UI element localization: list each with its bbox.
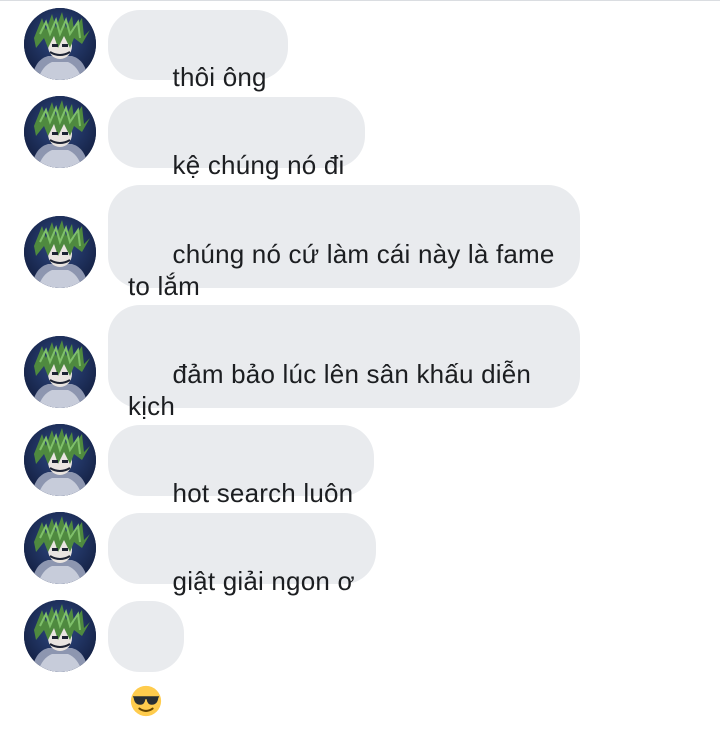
message-row [0,600,720,717]
message-row: kệ chúng nó đi [0,96,720,180]
message-bubble[interactable]: kệ chúng nó đi [108,97,366,180]
user-avatar-icon [24,512,96,584]
message-text: đảm bảo lúc lên sân khấu diễn kịch [128,359,532,421]
sender-avatar[interactable] [24,336,96,408]
message-row: chúng nó cứ làm cái này là fame to lắm [0,184,720,301]
message-row: giật giải ngon ơ [0,512,720,596]
sender-avatar[interactable] [24,424,96,496]
message-text: giật giải ngon ơ [172,566,355,596]
user-avatar-icon [24,96,96,168]
message-bubble[interactable] [108,601,184,717]
message-bubble[interactable]: hot search luôn [108,425,375,508]
sender-avatar[interactable] [24,216,96,288]
message-text: thôi ông [172,62,267,92]
message-row: thôi ông [0,8,720,92]
message-text: hot search luôn [172,478,354,508]
top-divider [0,0,720,1]
message-text: chúng nó cứ làm cái này là fame to lắm [128,239,555,301]
user-avatar-icon [24,8,96,80]
user-avatar-icon [24,600,96,672]
user-avatar-icon [24,336,96,408]
user-avatar-icon [24,424,96,496]
user-avatar-icon [24,216,96,288]
message-bubble[interactable]: giật giải ngon ơ [108,513,376,596]
message-text: kệ chúng nó đi [172,150,345,180]
sender-avatar[interactable] [24,600,96,672]
message-bubble[interactable]: thôi ông [108,10,288,92]
sender-avatar[interactable] [24,8,96,80]
message-bubble[interactable]: đảm bảo lúc lên sân khấu diễn kịch [108,305,580,421]
message-row: đảm bảo lúc lên sân khấu diễn kịch [0,304,720,421]
sender-avatar[interactable] [24,512,96,584]
message-bubble[interactable]: chúng nó cứ làm cái này là fame to lắm [108,185,580,301]
smiling-face-with-sunglasses-icon [130,686,162,717]
sender-avatar[interactable] [24,96,96,168]
message-row: hot search luôn [0,424,720,508]
